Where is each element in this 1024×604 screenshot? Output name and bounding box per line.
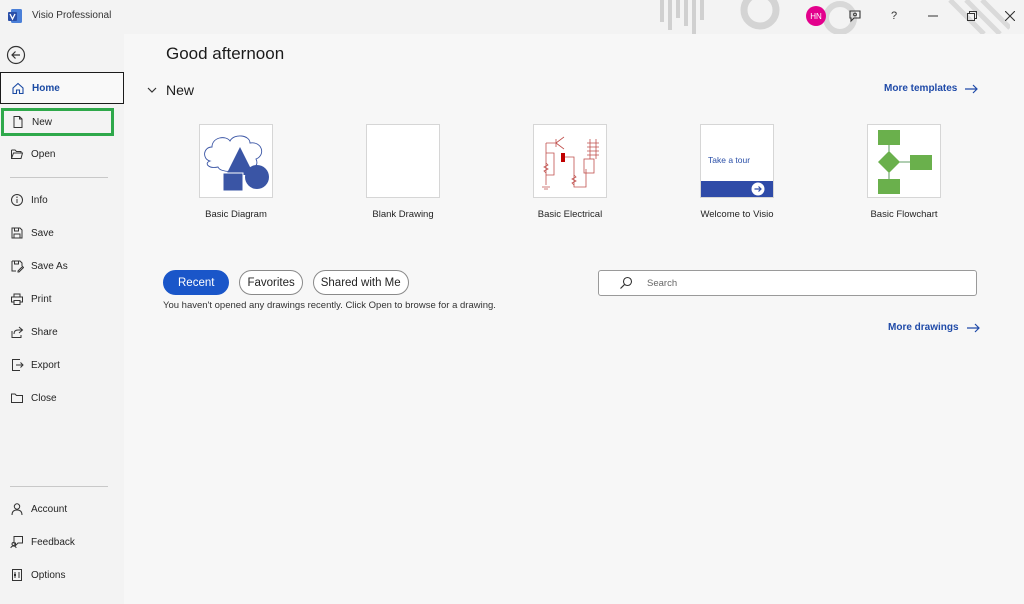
section-title: New (166, 82, 195, 98)
sidebar-item-save[interactable]: Save (0, 217, 124, 249)
title-bar-decoration (660, 0, 1010, 34)
template-label: Basic Electrical (537, 209, 603, 220)
chevron-down-icon (147, 87, 157, 93)
info-icon (9, 192, 25, 208)
sidebar-item-label: Feedback (31, 536, 75, 548)
take-a-tour-text: Take a tour (708, 155, 751, 165)
sidebar-item-options[interactable]: Options (0, 559, 124, 591)
save-icon (9, 225, 25, 241)
sidebar-item-label: Close (31, 392, 57, 404)
share-icon (9, 324, 25, 340)
template-label: Basic Diagram (205, 209, 267, 220)
template-label: Basic Flowchart (870, 209, 938, 220)
sidebar-divider (10, 486, 108, 487)
template-basic-diagram[interactable]: Basic Diagram (166, 124, 306, 220)
tab-favorites[interactable]: Favorites (239, 270, 303, 295)
template-thumbnail[interactable] (867, 124, 941, 198)
sidebar-item-feedback[interactable]: Feedback (0, 526, 124, 558)
electrical-schematic-thumbnail (542, 136, 599, 190)
flowchart-thumbnail (878, 130, 932, 194)
help-icon[interactable]: ? (886, 8, 902, 24)
sidebar-item-print[interactable]: Print (0, 283, 124, 315)
sidebar-divider (10, 177, 108, 178)
sidebar-item-new[interactable]: New (1, 108, 114, 136)
new-file-icon (10, 114, 26, 130)
close-window-icon[interactable] (1002, 8, 1018, 24)
sidebar-item-save-as[interactable]: Save As (0, 250, 124, 282)
link-label: More templates (884, 83, 958, 94)
search-input[interactable] (647, 277, 947, 289)
template-basic-flowchart[interactable]: Basic Flowchart (834, 124, 974, 220)
sidebar-item-label: Export (31, 359, 60, 371)
tab-shared-with-me[interactable]: Shared with Me (312, 270, 409, 295)
sidebar-item-label: Home (32, 82, 60, 94)
back-arrow-icon[interactable] (6, 45, 26, 65)
template-basic-electrical[interactable]: Basic Electrical (500, 124, 640, 220)
sidebar-item-account[interactable]: Account (0, 493, 124, 525)
user-avatar[interactable]: HN (806, 6, 826, 26)
app-title: Visio Professional (32, 10, 112, 21)
link-label: More drawings (888, 322, 959, 333)
sidebar-item-label: Options (31, 569, 66, 581)
template-thumbnail[interactable] (533, 124, 607, 198)
arrow-right-icon (965, 84, 979, 93)
arrow-circle-icon (751, 182, 765, 196)
template-label: Welcome to Visio (700, 209, 774, 220)
greeting-heading: Good afternoon (166, 44, 285, 63)
person-icon (9, 501, 25, 517)
folder-open-icon (9, 146, 25, 162)
basic-diagram-thumbnail (204, 135, 269, 192)
sidebar-item-label: Account (31, 503, 68, 515)
sidebar-item-open[interactable]: Open (0, 138, 124, 170)
template-thumbnail[interactable] (199, 124, 273, 198)
save-as-icon (9, 258, 25, 274)
sidebar-item-label: Save (31, 227, 54, 239)
options-icon (9, 567, 25, 583)
minimize-icon[interactable] (925, 8, 941, 24)
feedback-icon (9, 534, 25, 550)
search-box[interactable] (598, 270, 977, 296)
feedback-icon[interactable] (847, 8, 863, 24)
restore-icon[interactable] (964, 8, 980, 24)
backstage-sidebar: Home New Open Info Save Save As Print Sh… (0, 34, 124, 604)
template-label: Blank Drawing (372, 209, 434, 220)
home-icon (10, 80, 26, 96)
sidebar-item-home[interactable]: Home (0, 72, 124, 104)
visio-logo-icon (8, 9, 22, 23)
search-icon (620, 276, 633, 289)
close-folder-icon (9, 390, 25, 406)
sidebar-item-share[interactable]: Share (0, 316, 124, 348)
title-bar: Visio Professional HN ? (0, 0, 1024, 34)
print-icon (9, 291, 25, 307)
template-thumbnail[interactable]: Take a tour (700, 124, 774, 198)
sidebar-item-label: Info (31, 194, 48, 206)
sidebar-item-info[interactable]: Info (0, 184, 124, 216)
more-templates-link[interactable]: More templates (884, 83, 979, 94)
home-content: Good afternoon New More templates Basic … (124, 34, 1024, 604)
template-welcome-to-visio[interactable]: Take a tour Welcome to Visio (667, 124, 807, 220)
sidebar-item-label: New (32, 116, 53, 128)
sidebar-item-label: Open (31, 148, 56, 160)
sidebar-item-close[interactable]: Close (0, 382, 124, 414)
drawings-tabs: Recent Favorites Shared with Me (163, 270, 409, 295)
arrow-right-icon (966, 323, 980, 332)
more-drawings-link[interactable]: More drawings (888, 322, 980, 333)
template-blank-drawing[interactable]: Blank Drawing (333, 124, 473, 220)
sidebar-item-label: Print (31, 293, 52, 305)
sidebar-item-label: Share (31, 326, 58, 338)
template-thumbnail[interactable] (366, 124, 440, 198)
tab-recent[interactable]: Recent (163, 270, 230, 295)
empty-state-message: You haven't opened any drawings recently… (163, 300, 496, 311)
export-icon (9, 357, 25, 373)
sidebar-item-label: Save As (31, 260, 68, 272)
sidebar-item-export[interactable]: Export (0, 349, 124, 381)
new-section-toggle[interactable]: New (146, 82, 194, 98)
